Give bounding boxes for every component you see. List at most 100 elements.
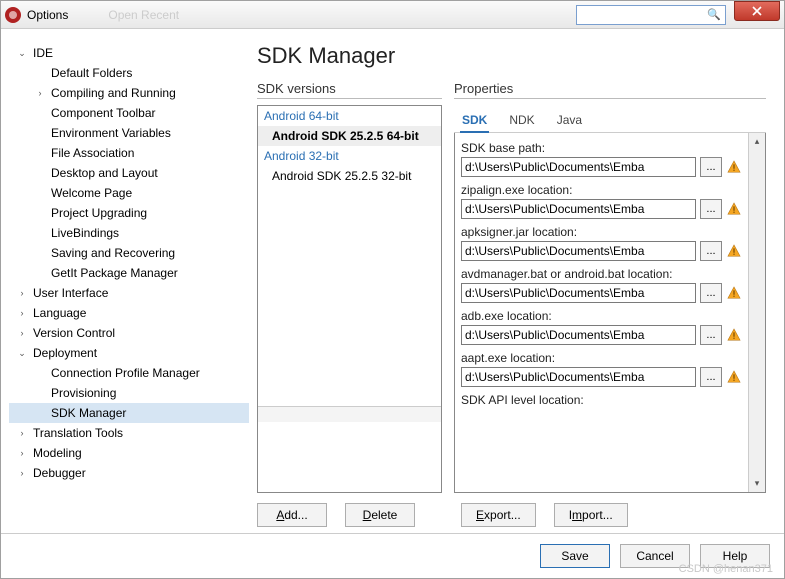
tree-item-label: Default Folders	[47, 63, 136, 83]
path-input[interactable]	[461, 283, 696, 303]
property-field: avdmanager.bat or android.bat location:.…	[461, 267, 742, 303]
property-field: zipalign.exe location:...	[461, 183, 742, 219]
options-dialog: Options Open Recent 🔍 ⌄IDEDefault Folder…	[0, 0, 785, 579]
tree-item-label: Welcome Page	[47, 183, 136, 203]
scroll-down-icon[interactable]: ▾	[749, 475, 765, 492]
tree-item-connection-profile-manager[interactable]: Connection Profile Manager	[9, 363, 249, 383]
tree-item-welcome-page[interactable]: Welcome Page	[9, 183, 249, 203]
tree-spacer	[33, 406, 47, 420]
browse-button[interactable]: ...	[700, 283, 722, 303]
tree-item-label: Project Upgrading	[47, 203, 151, 223]
tree-item-translation-tools[interactable]: ›Translation Tools	[9, 423, 249, 443]
horizontal-scrollbar[interactable]	[258, 406, 441, 422]
add-button[interactable]: Add...	[257, 503, 327, 527]
scroll-up-icon[interactable]: ▴	[749, 133, 765, 150]
vertical-scrollbar[interactable]: ▴ ▾	[748, 133, 765, 492]
tree-item-compiling-and-running[interactable]: ›Compiling and Running	[9, 83, 249, 103]
tree-item-label: Language	[29, 303, 90, 323]
tree-spacer	[33, 186, 47, 200]
tree-spacer	[33, 66, 47, 80]
tree-item-label: Saving and Recovering	[47, 243, 179, 263]
browse-button[interactable]: ...	[700, 199, 722, 219]
tree-item-label: Desktop and Layout	[47, 163, 162, 183]
tree-item-modeling[interactable]: ›Modeling	[9, 443, 249, 463]
chevron-down-icon[interactable]: ⌄	[15, 346, 29, 360]
cancel-button[interactable]: Cancel	[620, 544, 690, 568]
browse-button[interactable]: ...	[700, 325, 722, 345]
warning-icon	[726, 243, 742, 259]
tree-item-default-folders[interactable]: Default Folders	[9, 63, 249, 83]
close-button[interactable]	[734, 1, 780, 21]
sdk-versions-list[interactable]: Android 64-bitAndroid SDK 25.2.5 64-bitA…	[257, 105, 442, 493]
import-button[interactable]: Import...	[554, 503, 628, 527]
browse-button[interactable]: ...	[700, 367, 722, 387]
tab-java[interactable]: Java	[555, 109, 584, 132]
tree-item-label: Environment Variables	[47, 123, 175, 143]
main-panel: SDK Manager SDK versions Android 64-bitA…	[257, 37, 776, 533]
tree-item-debugger[interactable]: ›Debugger	[9, 463, 249, 483]
tab-ndk[interactable]: NDK	[507, 109, 536, 132]
tree-item-provisioning[interactable]: Provisioning	[9, 383, 249, 403]
tree-item-project-upgrading[interactable]: Project Upgrading	[9, 203, 249, 223]
tree-spacer	[33, 226, 47, 240]
options-tree[interactable]: ⌄IDEDefault Folders›Compiling and Runnin…	[9, 37, 249, 533]
export-button[interactable]: Export...	[461, 503, 536, 527]
field-label: adb.exe location:	[461, 309, 742, 323]
tree-item-livebindings[interactable]: LiveBindings	[9, 223, 249, 243]
delete-button[interactable]: Delete	[345, 503, 415, 527]
help-button[interactable]: Help	[700, 544, 770, 568]
tree-item-file-association[interactable]: File Association	[9, 143, 249, 163]
chevron-right-icon[interactable]: ›	[15, 466, 29, 480]
chevron-right-icon[interactable]: ›	[15, 446, 29, 460]
chevron-right-icon[interactable]: ›	[15, 426, 29, 440]
sdk-group[interactable]: Android 64-bit	[258, 106, 441, 126]
tree-item-language[interactable]: ›Language	[9, 303, 249, 323]
sdk-versions-title: SDK versions	[257, 81, 442, 99]
tree-item-label: File Association	[47, 143, 138, 163]
warning-icon	[726, 285, 742, 301]
warning-icon	[726, 369, 742, 385]
chevron-right-icon[interactable]: ›	[15, 286, 29, 300]
tab-sdk[interactable]: SDK	[460, 109, 489, 133]
tree-spacer	[33, 366, 47, 380]
search-icon: 🔍	[707, 8, 721, 21]
sdk-item[interactable]: Android SDK 25.2.5 64-bit	[258, 126, 441, 146]
tree-item-label: SDK Manager	[47, 403, 130, 423]
window-title: Options	[27, 8, 68, 22]
save-button[interactable]: Save	[540, 544, 610, 568]
path-input[interactable]	[461, 241, 696, 261]
tree-item-version-control[interactable]: ›Version Control	[9, 323, 249, 343]
tree-item-user-interface[interactable]: ›User Interface	[9, 283, 249, 303]
browse-button[interactable]: ...	[700, 241, 722, 261]
tree-item-deployment[interactable]: ⌄Deployment	[9, 343, 249, 363]
tree-item-getit-package-manager[interactable]: GetIt Package Manager	[9, 263, 249, 283]
tree-item-ide[interactable]: ⌄IDE	[9, 43, 249, 63]
tree-item-component-toolbar[interactable]: Component Toolbar	[9, 103, 249, 123]
search-input[interactable]: 🔍	[576, 5, 726, 25]
tree-item-label: Debugger	[29, 463, 90, 483]
path-input[interactable]	[461, 199, 696, 219]
dialog-footer: Save Cancel Help	[1, 533, 784, 578]
browse-button[interactable]: ...	[700, 157, 722, 177]
field-label: SDK base path:	[461, 141, 742, 155]
tree-item-desktop-and-layout[interactable]: Desktop and Layout	[9, 163, 249, 183]
field-label: apksigner.jar location:	[461, 225, 742, 239]
path-input[interactable]	[461, 157, 696, 177]
tree-item-sdk-manager[interactable]: SDK Manager	[9, 403, 249, 423]
chevron-right-icon[interactable]: ›	[33, 86, 47, 100]
tree-item-label: User Interface	[29, 283, 112, 303]
chevron-right-icon[interactable]: ›	[15, 326, 29, 340]
sdk-item[interactable]: Android SDK 25.2.5 32-bit	[258, 166, 441, 186]
warning-icon	[726, 159, 742, 175]
sdk-group[interactable]: Android 32-bit	[258, 146, 441, 166]
path-input[interactable]	[461, 325, 696, 345]
page-title: SDK Manager	[257, 43, 766, 69]
tree-item-label: GetIt Package Manager	[47, 263, 182, 283]
warning-icon	[726, 327, 742, 343]
tree-item-saving-and-recovering[interactable]: Saving and Recovering	[9, 243, 249, 263]
chevron-right-icon[interactable]: ›	[15, 306, 29, 320]
tree-item-environment-variables[interactable]: Environment Variables	[9, 123, 249, 143]
chevron-down-icon[interactable]: ⌄	[15, 46, 29, 60]
path-input[interactable]	[461, 367, 696, 387]
tree-spacer	[33, 106, 47, 120]
